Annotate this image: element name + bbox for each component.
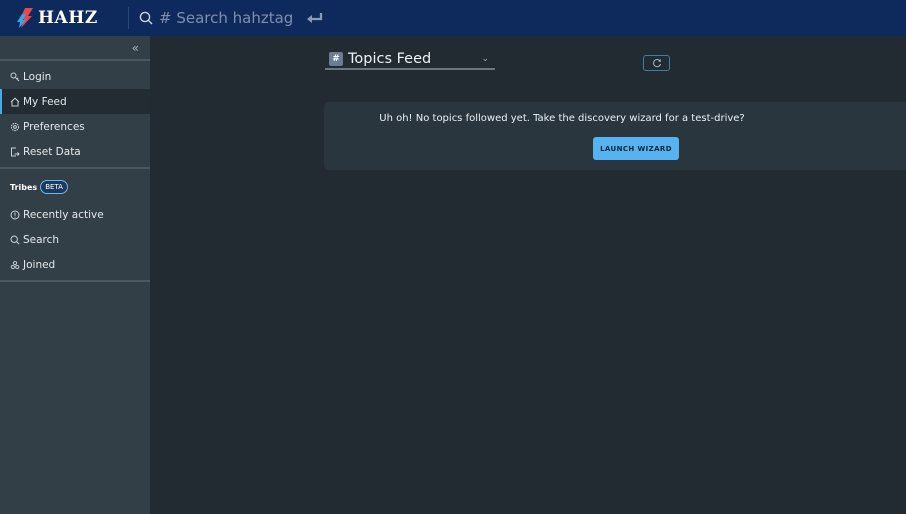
- brand-name: HAHZ: [38, 8, 98, 28]
- feed-selector-value: Topics Feed: [348, 51, 432, 67]
- sidebar-item-login[interactable]: Login: [0, 64, 150, 89]
- refresh-button[interactable]: [643, 55, 670, 71]
- home-icon: [10, 97, 20, 107]
- sidebar-item-recently-active[interactable]: Recently active: [0, 202, 150, 227]
- refresh-icon: [652, 59, 661, 68]
- search-input[interactable]: [159, 9, 304, 27]
- sidebar-item-label: Search: [23, 233, 60, 246]
- logout-icon: [10, 147, 20, 157]
- collapse-row: «: [0, 36, 150, 61]
- hashtag-icon: #: [329, 52, 343, 66]
- empty-state-card: Uh oh! No topics followed yet. Take the …: [324, 102, 906, 170]
- tribes-header: Tribes BETA: [0, 172, 150, 202]
- sidebar-item-preferences[interactable]: Preferences: [0, 114, 150, 139]
- key-icon: [10, 72, 20, 82]
- group-icon: [10, 260, 20, 270]
- sidebar-item-joined[interactable]: Joined: [0, 252, 150, 277]
- launch-wizard-button[interactable]: LAUNCH WIZARD: [593, 137, 679, 160]
- lightning-logo-icon: [17, 8, 33, 28]
- search-icon: [10, 234, 20, 245]
- sidebar-item-search[interactable]: Search: [0, 227, 150, 252]
- sidebar-item-my-feed[interactable]: My Feed: [0, 89, 150, 114]
- enter-icon[interactable]: [306, 11, 324, 25]
- sidebar-item-label: Recently active: [23, 208, 104, 221]
- main-content: # Topics Feed ⌄ Uh oh! No topics followe…: [150, 36, 906, 514]
- sidebar-item-label: Joined: [23, 258, 56, 271]
- topbar-divider: [128, 7, 129, 29]
- sidebar: « Login My Feed Preferences Reset Data T…: [0, 36, 150, 514]
- brand-logo[interactable]: HAHZ: [0, 0, 128, 36]
- chevron-down-icon: ⌄: [481, 54, 489, 64]
- feed-selector[interactable]: # Topics Feed ⌄: [325, 50, 495, 70]
- alert-icon: [10, 210, 20, 220]
- tribes-label: Tribes: [10, 182, 38, 192]
- top-bar: HAHZ: [0, 0, 906, 36]
- sidebar-item-label: Preferences: [23, 120, 85, 133]
- sidebar-item-label: Login: [23, 70, 52, 83]
- sidebar-item-label: My Feed: [23, 95, 67, 108]
- section-divider: [0, 167, 150, 169]
- section-divider: [0, 280, 150, 282]
- beta-badge: BETA: [40, 180, 68, 194]
- sidebar-item-label: Reset Data: [23, 145, 81, 158]
- gear-icon: [10, 122, 20, 132]
- collapse-sidebar-icon[interactable]: «: [132, 41, 139, 55]
- empty-state-message: Uh oh! No topics followed yet. Take the …: [379, 113, 745, 124]
- search-icon: [139, 11, 153, 25]
- sidebar-item-reset-data[interactable]: Reset Data: [0, 139, 150, 164]
- search-bar: [139, 0, 324, 36]
